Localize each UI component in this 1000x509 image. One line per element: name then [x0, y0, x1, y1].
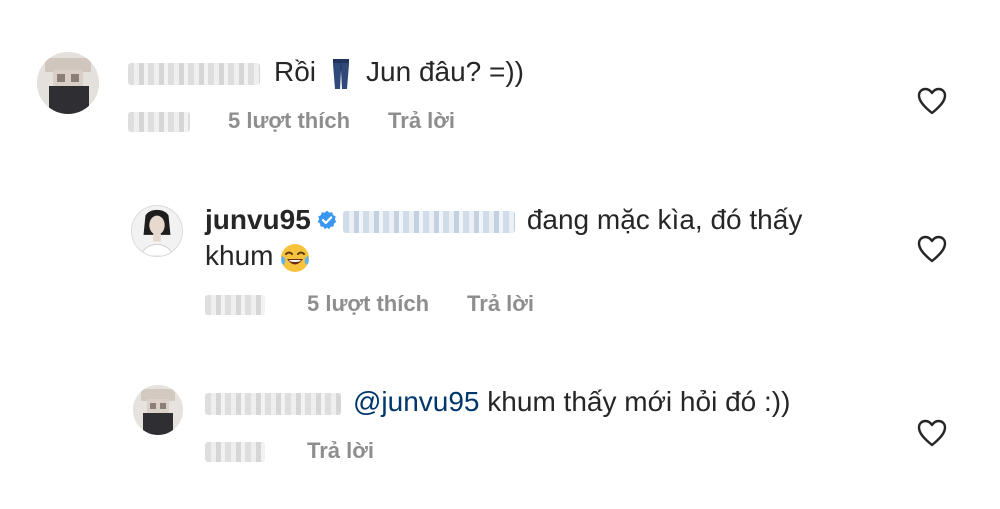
comment-1-meta: 5 lượt thích Trả lời [128, 106, 493, 136]
avatar-blurred[interactable] [133, 385, 183, 435]
blurred-timestamp [205, 442, 265, 463]
comment-3-text-body: khum thấy mới hỏi đó :)) [487, 386, 791, 417]
blurred-username[interactable] [205, 392, 341, 415]
blurred-mention[interactable] [342, 210, 515, 233]
jeans-emoji-icon [330, 58, 352, 90]
like-heart-icon[interactable] [917, 419, 947, 447]
like-heart-icon[interactable] [917, 87, 947, 115]
comment-2-text-line-2: khum [205, 240, 274, 271]
mention-link[interactable]: @junvu95 [353, 386, 480, 417]
comment-2-meta: 5 lượt thích Trả lời [205, 289, 572, 319]
avatar-junvu95[interactable] [131, 205, 183, 257]
reply-button[interactable]: Trả lời [307, 438, 374, 463]
comment-1-text: Rồi Jun đâu? =)) [128, 54, 524, 90]
blurred-username[interactable] [128, 62, 260, 85]
reply-button[interactable]: Trả lời [388, 108, 455, 133]
comment-2-text-line-1: đang mặc kìa, đó thấy [526, 204, 803, 235]
blurred-timestamp [205, 295, 265, 316]
comment-text-start: Rồi [274, 56, 317, 87]
blurred-timestamp [128, 112, 190, 133]
likes-count[interactable]: 5 lượt thích [228, 108, 350, 133]
avatar-blurred[interactable] [37, 52, 99, 114]
verified-badge-icon [317, 210, 337, 230]
comment-text-end: Jun đâu? =)) [366, 56, 525, 87]
comment-3-meta: Trả lời [205, 436, 412, 466]
comment-3-text: @junvu95 khum thấy mới hỏi đó :)) [205, 384, 790, 420]
comment-2-line-1: junvu95 đang mặc kìa, đó thấy [205, 202, 802, 238]
likes-count[interactable]: 5 lượt thích [307, 291, 429, 316]
like-heart-icon[interactable] [917, 235, 947, 263]
reply-button[interactable]: Trả lời [467, 291, 534, 316]
comment-2-line-2: khum [205, 238, 311, 274]
tears-of-joy-emoji-icon [279, 242, 311, 274]
username-junvu95[interactable]: junvu95 [205, 204, 311, 235]
